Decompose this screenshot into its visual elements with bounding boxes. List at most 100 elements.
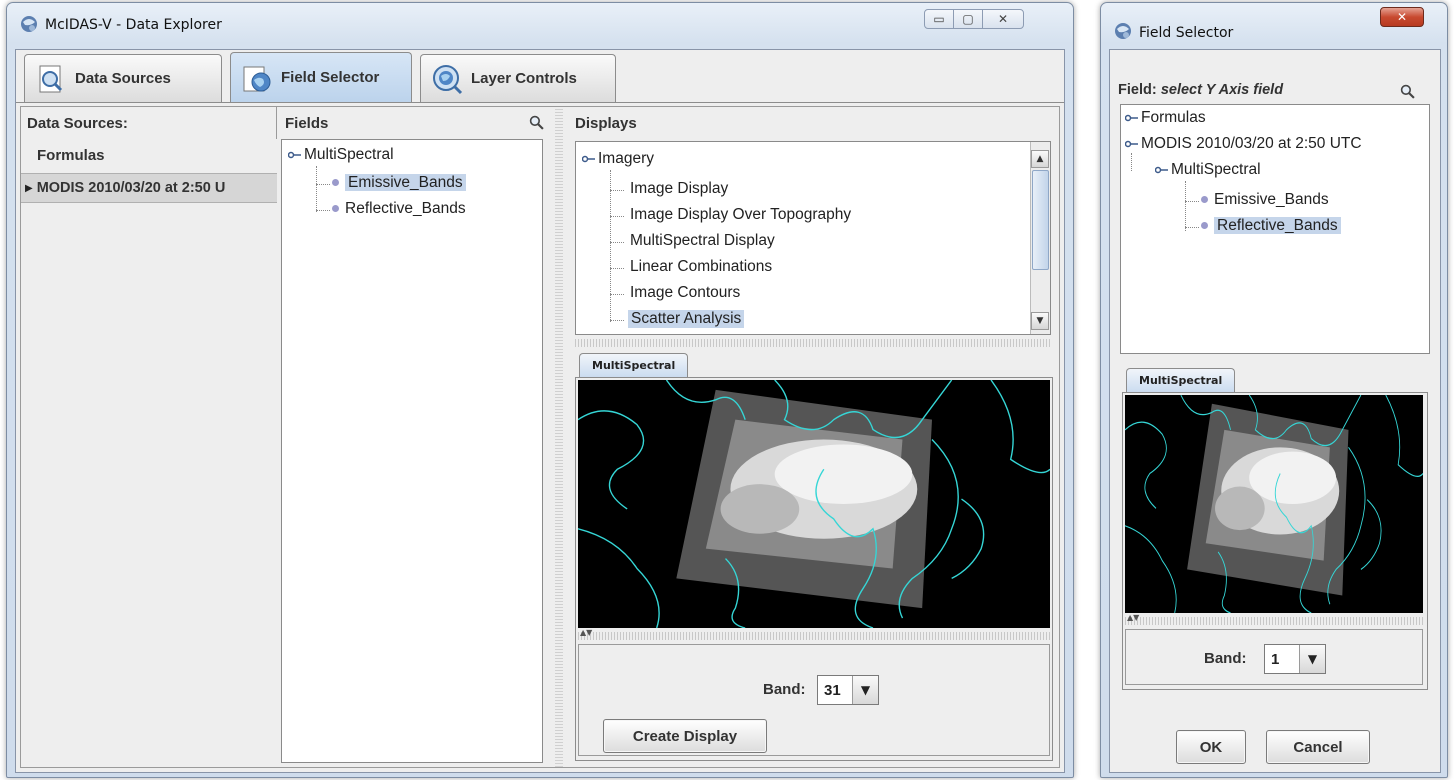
tree-handle-icon	[1155, 165, 1169, 175]
tree-connector	[316, 210, 330, 211]
data-sources-list: Formulas ▶ MODIS 2010/03/20 at 2:50 U	[21, 139, 277, 767]
fields-tree: MultiSpectral Emissive_Bands Reflective_…	[281, 139, 543, 763]
tree-handle-icon	[288, 150, 302, 160]
data-explorer-client: Data Sources Field Selector Layer Contro…	[15, 49, 1065, 773]
preview-resize-handle[interactable]	[1125, 617, 1423, 625]
leaf-dot-icon	[1201, 196, 1208, 204]
display-item-multispectral-display[interactable]: MultiSpectral Display	[630, 232, 775, 250]
band-label: Band:	[1204, 650, 1247, 667]
window-title: McIDAS-V - Data Explorer	[45, 17, 222, 33]
preview-container: ▲▼ Band: 1 ▼	[1122, 392, 1428, 690]
data-explorer-window: McIDAS-V - Data Explorer ▭ ▢ ✕ Data Sour…	[6, 2, 1074, 778]
field-prompt-value: select Y Axis field	[1160, 82, 1284, 98]
create-display-button[interactable]: Create Display	[603, 719, 767, 753]
tree-node-emissive-bands-label: Emissive_Bands	[1214, 191, 1329, 208]
scroll-down-button[interactable]: ▼	[1031, 312, 1049, 330]
band-select[interactable]: 1 ▼	[1264, 644, 1326, 674]
close-button[interactable]: ✕	[982, 9, 1024, 29]
preview-tab-multispectral[interactable]: MultiSpectral	[1126, 368, 1236, 392]
field-selector-tree: Formulas MODIS 2010/03/20 at 2:50 UTC Mu…	[1120, 104, 1430, 354]
scrollbar-thumb[interactable]	[1032, 170, 1049, 270]
search-icon[interactable]	[1400, 84, 1415, 99]
tree-node-modis-source[interactable]: MODIS 2010/03/20 at 2:50 UTC	[1125, 135, 1362, 153]
tab-field-selector-label: Field Selector	[281, 69, 380, 86]
tree-node-imagery[interactable]: Imagery	[582, 150, 654, 168]
band-select[interactable]: 31 ▼	[817, 675, 879, 705]
maximize-icon: ▢	[962, 12, 974, 26]
mcidas-app-icon	[1113, 21, 1133, 41]
tree-connector	[610, 294, 624, 295]
vertical-scrollbar[interactable]: ▲ ▼	[1030, 142, 1050, 334]
search-icon[interactable]	[529, 115, 544, 130]
data-source-item-formulas[interactable]: Formulas	[37, 147, 105, 164]
tree-node-emissive-bands[interactable]: Emissive_Bands	[1201, 191, 1329, 209]
data-sources-heading: Data Sources:	[27, 115, 128, 132]
band-select-value: 31	[824, 681, 841, 699]
tree-node-reflective-bands[interactable]: Reflective_Bands	[332, 200, 466, 218]
data-source-item-modis[interactable]: ▶ MODIS 2010/03/20 at 2:50 U	[21, 173, 277, 203]
tree-connector	[610, 268, 624, 269]
display-item-image-display[interactable]: Image Display	[630, 180, 728, 198]
preview-tab-multispectral[interactable]: MultiSpectral	[579, 353, 689, 377]
display-item-image-contours[interactable]: Image Contours	[630, 284, 740, 302]
tree-connector	[610, 170, 611, 322]
tree-connector	[610, 320, 624, 321]
expand-arrow-icon: ▶	[25, 182, 33, 194]
minimize-button[interactable]: ▭	[924, 9, 954, 29]
collapse-arrows-icon[interactable]: ▲▼	[1127, 613, 1139, 622]
field-selector-window: Field Selector ✕ Field: select Y Axis fi…	[1100, 2, 1448, 778]
display-item-image-display-topography[interactable]: Image Display Over Topography	[630, 206, 851, 224]
tree-node-multispectral-label: MultiSpectral	[304, 146, 394, 163]
tab-content: Data Sources: Formulas ▶ MODIS 2010/03/2…	[20, 106, 1060, 768]
cancel-button[interactable]: Cancel	[1266, 730, 1370, 764]
tree-handle-icon	[1125, 113, 1139, 123]
magnifier-document-icon	[35, 63, 67, 95]
fields-panel: Fields MultiSpectral Emissive_Bands Refl…	[279, 107, 551, 767]
tab-layer-controls[interactable]: Layer Controls	[420, 54, 616, 102]
split-pane-divider[interactable]	[555, 107, 563, 767]
tree-node-formulas[interactable]: Formulas	[1125, 109, 1206, 127]
leaf-dot-icon	[332, 179, 339, 187]
tree-node-modis-source-label: MODIS 2010/03/20 at 2:50 UTC	[1141, 135, 1362, 152]
band-select-value: 1	[1271, 650, 1280, 668]
satellite-image-preview	[1125, 395, 1423, 613]
data-sources-panel: Data Sources: Formulas ▶ MODIS 2010/03/2…	[21, 107, 277, 767]
minimize-icon: ▭	[933, 12, 945, 26]
tab-data-sources[interactable]: Data Sources	[24, 54, 222, 102]
field-selector-client: Field: select Y Axis field Formulas MODI…	[1109, 49, 1441, 773]
tree-node-multispectral[interactable]: MultiSpectral	[1155, 161, 1261, 179]
field-prompt-label: Field:	[1118, 82, 1157, 98]
scroll-up-button[interactable]: ▲	[1031, 150, 1049, 168]
close-button[interactable]: ✕	[1380, 7, 1424, 27]
preview-resize-handle[interactable]	[578, 632, 1050, 640]
display-item-scatter-analysis[interactable]: Scatter Analysis	[628, 310, 745, 328]
satellite-image-preview	[578, 380, 1050, 628]
fields-heading: Fields	[285, 115, 329, 132]
tree-node-formulas-label: Formulas	[1141, 109, 1206, 126]
collapse-arrows-icon[interactable]: ▲▼	[580, 628, 592, 637]
tree-handle-icon	[582, 154, 596, 164]
ok-button[interactable]: OK	[1176, 730, 1246, 764]
leaf-dot-icon	[332, 205, 339, 213]
display-item-linear-combinations[interactable]: Linear Combinations	[630, 258, 772, 276]
tree-node-multispectral[interactable]: MultiSpectral	[288, 146, 394, 164]
maximize-button[interactable]: ▢	[953, 9, 983, 29]
close-icon: ✕	[997, 12, 1009, 26]
tree-node-imagery-label: Imagery	[598, 150, 654, 167]
horizontal-divider[interactable]	[575, 339, 1051, 347]
tab-field-selector[interactable]: Field Selector	[230, 52, 412, 102]
tree-node-reflective-bands-label: Reflective_Bands	[1214, 217, 1341, 234]
displays-tree: Imagery Image Display Image Display Over…	[575, 141, 1051, 335]
tree-connector	[610, 190, 624, 191]
tree-node-reflective-bands[interactable]: Reflective_Bands	[1201, 217, 1341, 235]
satellite-imagery-picture	[1125, 395, 1423, 613]
tree-connector	[610, 216, 624, 217]
tab-strip-divider	[16, 102, 1064, 103]
leaf-dot-icon	[1201, 222, 1208, 230]
tree-handle-icon	[1125, 139, 1139, 149]
tree-node-multispectral-label: MultiSpectral	[1171, 161, 1261, 178]
tree-connector	[1185, 181, 1186, 231]
chevron-down-icon: ▼	[852, 676, 878, 704]
close-icon: ✕	[1396, 10, 1408, 24]
tree-node-emissive-bands[interactable]: Emissive_Bands	[332, 174, 466, 192]
